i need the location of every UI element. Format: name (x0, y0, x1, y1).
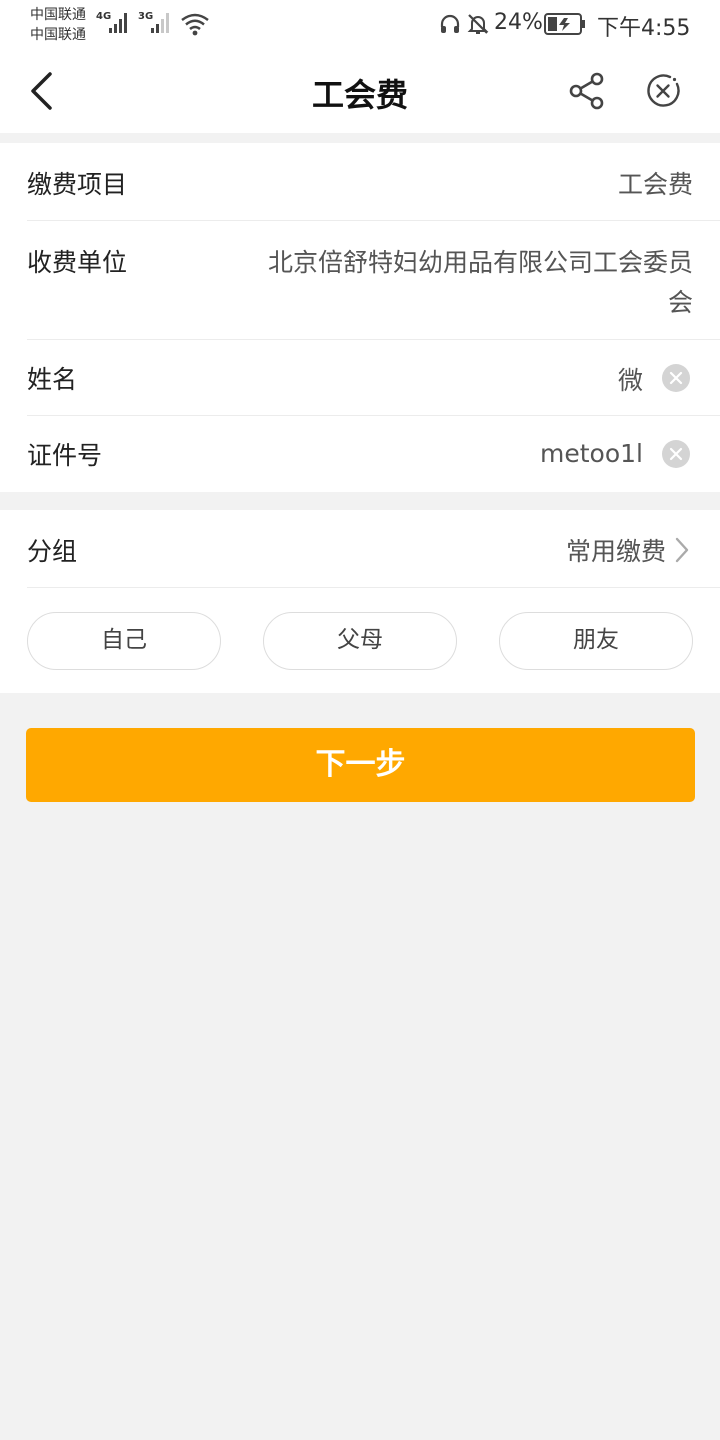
payee-label: 收费单位 (27, 248, 128, 277)
payment-item-label: 缴费项目 (27, 170, 128, 199)
payee-value-line-1: 北京倍舒特妇幼用品有限公司工会委员 (267, 248, 693, 277)
carrier-1: 中国联通 (30, 7, 86, 23)
close-circle-icon[interactable] (644, 72, 682, 110)
carrier-2: 中国联通 (30, 27, 86, 43)
battery-percentage: 24% (494, 10, 543, 35)
name-row[interactable]: 姓名 微 (27, 340, 720, 416)
id-number-label: 证件号 (27, 441, 103, 470)
payment-item-value: 工会费 (617, 170, 693, 199)
carrier-labels: 中国联通 中国联通 (30, 5, 86, 45)
payee-row: 收费单位 北京倍舒特妇幼用品有限公司工会委员 会 (27, 221, 720, 340)
group-section: 分组 常用缴费 自己 父母 朋友 (0, 510, 720, 693)
id-number-row[interactable]: 证件号 metoo1l (27, 416, 720, 492)
page-title: 工会费 (311, 76, 408, 114)
next-button[interactable]: 下一步 (26, 728, 695, 802)
clock: 下午4:55 (597, 16, 691, 41)
headphones-icon (440, 14, 460, 33)
payee-value-line-2: 会 (667, 288, 693, 317)
payment-item-row: 缴费项目 工会费 (27, 143, 720, 221)
payment-form: 缴费项目 工会费 收费单位 北京倍舒特妇幼用品有限公司工会委员 会 姓名 微 证… (0, 143, 720, 492)
wifi-icon (181, 13, 209, 36)
payee-value: 北京倍舒特妇幼用品有限公司工会委员 会 (213, 243, 693, 323)
clear-id-icon[interactable] (662, 440, 690, 468)
id-number-field[interactable]: metoo1l (540, 439, 643, 468)
status-bar: 中国联通 中国联通 4G 3G 24% 下午4:55 (0, 0, 720, 50)
group-chip-parents[interactable]: 父母 (263, 612, 457, 670)
share-icon[interactable] (566, 70, 608, 112)
group-chip-friends[interactable]: 朋友 (499, 612, 693, 670)
clear-name-icon[interactable] (662, 364, 690, 392)
name-label: 姓名 (27, 365, 78, 394)
group-chip-self[interactable]: 自己 (27, 612, 221, 670)
group-value: 常用缴费 (565, 537, 666, 566)
name-field[interactable]: 微 (618, 361, 643, 397)
chevron-right-icon (675, 537, 689, 563)
battery-charging-icon (544, 13, 585, 35)
group-label: 分组 (27, 537, 78, 566)
bell-off-icon (467, 14, 489, 34)
group-row[interactable]: 分组 常用缴费 (27, 510, 720, 588)
navigation-header: 工会费 (0, 50, 720, 133)
